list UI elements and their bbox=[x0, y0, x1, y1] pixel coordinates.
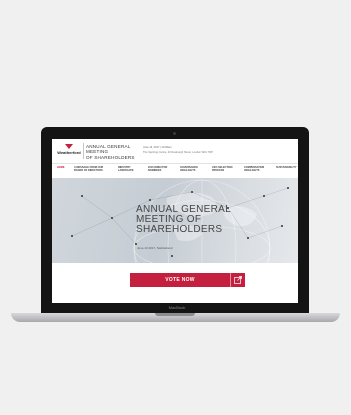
nav-item-director-nominees[interactable]: 2016 DIRECTOR NOMINEES bbox=[148, 166, 170, 172]
laptop-lid: Weatherford ANNUAL GENERAL MEETING OF SH… bbox=[41, 127, 309, 315]
nav-item-governance-highlights[interactable]: GOVERNANCE HIGHLIGHTS bbox=[180, 166, 202, 172]
vote-now-label: VOTE NOW bbox=[165, 277, 195, 283]
event-date: June 13, 2017 | 10:00am bbox=[143, 146, 172, 149]
laptop-notch bbox=[155, 313, 195, 316]
hero-title: ANNUAL GENERAL MEETING OF SHAREHOLDERS bbox=[136, 205, 246, 235]
meeting-title: ANNUAL GENERAL MEETING OF SHAREHOLDERS bbox=[86, 144, 136, 160]
meeting-title-line-2: OF SHAREHOLDERS bbox=[86, 154, 135, 160]
external-link-icon bbox=[230, 273, 245, 287]
product-stage: Weatherford ANNUAL GENERAL MEETING OF SH… bbox=[0, 0, 351, 415]
nav-item-sustainability[interactable]: SUSTAINABILITY bbox=[276, 166, 298, 169]
laptop-screen: Weatherford ANNUAL GENERAL MEETING OF SH… bbox=[52, 139, 298, 303]
main-nav: HOME A MESSAGE FROM OUR BOARD OF DIRECTO… bbox=[52, 166, 298, 178]
laptop-brand-label: MacBook bbox=[168, 305, 186, 310]
site-header: Weatherford ANNUAL GENERAL MEETING OF SH… bbox=[52, 139, 298, 164]
hero-date: June 13 2017, Switzerland bbox=[137, 246, 173, 250]
nav-item-home[interactable]: HOME bbox=[57, 166, 70, 169]
logo-mark-icon bbox=[65, 144, 73, 149]
hero-title-line-3: SHAREHOLDERS bbox=[136, 224, 223, 235]
vote-now-button[interactable]: VOTE NOW bbox=[130, 273, 245, 287]
header-divider bbox=[83, 143, 84, 159]
hero-banner: ANNUAL GENERAL MEETING OF SHAREHOLDERS J… bbox=[52, 178, 298, 263]
meeting-title-line-1: ANNUAL GENERAL MEETING bbox=[86, 144, 131, 155]
event-location-link[interactable]: The Sporting Centre, 40 Newburgh Street,… bbox=[143, 151, 235, 154]
camera-icon bbox=[173, 132, 176, 135]
event-meta: June 13, 2017 | 10:00am The Sporting Cen… bbox=[143, 146, 235, 154]
laptop-base bbox=[11, 313, 340, 322]
nav-item-compensation-highlights[interactable]: COMPENSATION HIGHLIGHTS bbox=[244, 166, 268, 172]
company-logo[interactable]: Weatherford bbox=[57, 144, 81, 155]
nav-item-ceo-selection[interactable]: CEO SELECTION PROCESS bbox=[212, 166, 234, 172]
logo-text: Weatherford bbox=[57, 150, 81, 155]
nav-item-board-message[interactable]: A MESSAGE FROM OUR BOARD OF DIRECTORS bbox=[74, 166, 104, 172]
nav-item-industry-landscape[interactable]: INDUSTRY LANDSCAPE bbox=[118, 166, 138, 172]
